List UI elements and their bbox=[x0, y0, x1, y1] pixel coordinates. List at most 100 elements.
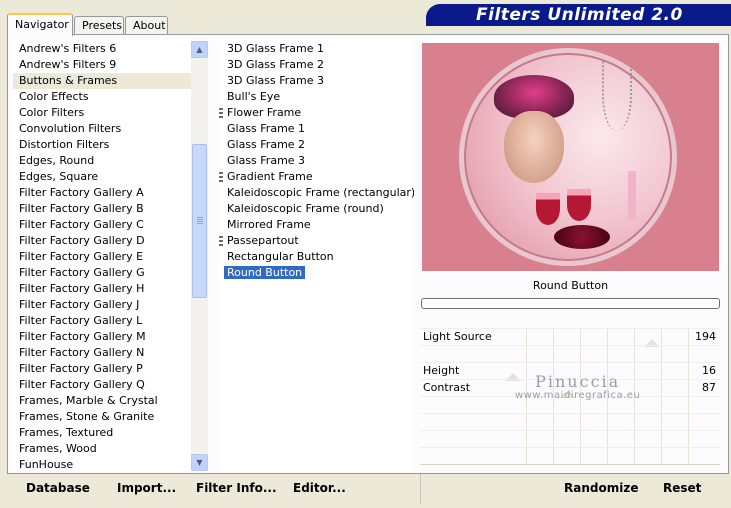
filter-item[interactable]: Passepartout bbox=[218, 233, 414, 249]
filter-item-label: Mirrored Frame bbox=[227, 218, 311, 231]
editor-button[interactable]: Editor... bbox=[293, 481, 346, 495]
category-list[interactable]: Andrew's Filters 6 Andrew's Filters 9 Butt… bbox=[13, 40, 207, 472]
face-shape bbox=[504, 111, 564, 183]
filter-item[interactable]: Flower Frame bbox=[218, 105, 414, 121]
category-item[interactable]: Edges, Square bbox=[13, 169, 191, 185]
parameter-slider[interactable] bbox=[420, 345, 720, 363]
import-button[interactable]: Import... bbox=[117, 481, 176, 495]
category-list-items: Andrew's Filters 6 Andrew's Filters 9 Butt… bbox=[13, 41, 191, 472]
category-item[interactable]: Filter Factory Gallery P bbox=[13, 361, 191, 377]
category-item[interactable]: Color Effects bbox=[13, 89, 191, 105]
slider-ticks bbox=[500, 346, 710, 362]
toolbar-separator bbox=[420, 474, 421, 504]
category-item[interactable]: Edges, Round bbox=[13, 153, 191, 169]
tab-navigator[interactable]: Navigator bbox=[7, 13, 73, 36]
database-button[interactable]: Database bbox=[26, 481, 90, 495]
chevron-down-icon: ▼ bbox=[196, 458, 203, 467]
category-item[interactable]: Frames, Wood bbox=[13, 441, 191, 457]
filter-item-label: 3D Glass Frame 2 bbox=[227, 58, 325, 71]
reset-button[interactable]: Reset bbox=[663, 481, 701, 495]
filter-item[interactable]: 3D Glass Frame 3 bbox=[218, 73, 414, 89]
app-title: Filters Unlimited 2.0 bbox=[426, 4, 731, 26]
category-item[interactable]: Distortion Filters bbox=[13, 137, 191, 153]
parameter-slider[interactable] bbox=[420, 413, 720, 431]
filter-item[interactable]: Round Button bbox=[218, 265, 414, 281]
submenu-marker-icon bbox=[219, 236, 223, 246]
category-item[interactable]: Filter Factory Gallery E bbox=[13, 249, 191, 265]
category-item[interactable]: Andrew's Filters 9 bbox=[13, 57, 191, 73]
filter-item-label: 3D Glass Frame 1 bbox=[227, 42, 325, 55]
parameter-value: 194 bbox=[695, 330, 716, 343]
filter-item[interactable]: Kaleidoscopic Frame (rectangular) bbox=[218, 185, 414, 201]
preview-round-button bbox=[459, 48, 677, 266]
slider-ticks bbox=[500, 431, 710, 447]
parameter-name: Contrast bbox=[423, 381, 471, 394]
filter-item-label: Gradient Frame bbox=[227, 170, 313, 183]
category-item[interactable]: Andrew's Filters 6 bbox=[13, 41, 191, 57]
tab-about[interactable]: About bbox=[125, 16, 168, 35]
grip-icon bbox=[197, 217, 203, 225]
category-item[interactable]: Filter Factory Gallery B bbox=[13, 201, 191, 217]
category-item[interactable]: Filter Factory Gallery N bbox=[13, 345, 191, 361]
wine-glass-shape bbox=[567, 189, 591, 221]
category-item[interactable]: Frames, Stone & Granite bbox=[13, 409, 191, 425]
watermark: Pinuccia www.maidiregrafica.eu bbox=[515, 372, 640, 401]
scrollbar-thumb[interactable] bbox=[192, 144, 207, 298]
bottom-toolbar: Database Import... Filter Info... Editor… bbox=[7, 474, 729, 506]
chevron-up-icon: ▲ bbox=[196, 45, 203, 54]
scroll-down-button[interactable]: ▼ bbox=[191, 454, 208, 471]
category-scrollbar[interactable]: ▲ ▼ bbox=[191, 41, 208, 471]
filter-item-label: Kaleidoscopic Frame (round) bbox=[227, 202, 384, 215]
grapes-shape bbox=[554, 225, 610, 249]
filter-item-label: Bull's Eye bbox=[227, 90, 281, 103]
category-item[interactable]: Buttons & Frames bbox=[13, 73, 191, 89]
randomize-button[interactable]: Randomize bbox=[564, 481, 638, 495]
parameter-name: Height bbox=[423, 364, 460, 377]
category-item[interactable]: Filter Factory Gallery H bbox=[13, 281, 191, 297]
slider-ticks bbox=[500, 329, 710, 345]
category-item[interactable]: Filter Factory Gallery G bbox=[13, 265, 191, 281]
filter-item-label: Round Button bbox=[224, 266, 306, 279]
filter-item-label: Flower Frame bbox=[227, 106, 302, 119]
filter-info-button[interactable]: Filter Info... bbox=[196, 481, 277, 495]
category-item[interactable]: FunHouse bbox=[13, 457, 191, 472]
filter-item-label: Kaleidoscopic Frame (rectangular) bbox=[227, 186, 414, 199]
category-item[interactable]: Frames, Marble & Crystal bbox=[13, 393, 191, 409]
submenu-marker-icon bbox=[219, 172, 223, 182]
tab-presets[interactable]: Presets bbox=[74, 16, 124, 35]
filter-item[interactable]: Bull's Eye bbox=[218, 89, 414, 105]
parameter-name: Light Source bbox=[423, 330, 492, 343]
filter-item[interactable]: Gradient Frame bbox=[218, 169, 414, 185]
parameter-slider[interactable] bbox=[420, 430, 720, 448]
category-item[interactable]: Filter Factory Gallery Q bbox=[13, 377, 191, 393]
filter-item[interactable]: Glass Frame 3 bbox=[218, 153, 414, 169]
category-item[interactable]: Frames, Textured bbox=[13, 425, 191, 441]
category-item[interactable]: Convolution Filters bbox=[13, 121, 191, 137]
filter-list[interactable]: 3D Glass Frame 1 3D Glass Frame 2 3D Glass… bbox=[218, 40, 414, 472]
scroll-up-button[interactable]: ▲ bbox=[191, 41, 208, 58]
progress-bar bbox=[421, 298, 720, 309]
candle-shape bbox=[628, 171, 636, 219]
parameter-value: 16 bbox=[702, 364, 716, 377]
filter-item[interactable]: Glass Frame 1 bbox=[218, 121, 414, 137]
parameter-slider[interactable]: Light Source 194 bbox=[420, 328, 720, 347]
selected-filter-label: Round Button bbox=[532, 279, 609, 292]
filter-item[interactable]: Kaleidoscopic Frame (round) bbox=[218, 201, 414, 217]
category-item[interactable]: Filter Factory Gallery A bbox=[13, 185, 191, 201]
category-item[interactable]: Filter Factory Gallery C bbox=[13, 217, 191, 233]
parameter-slider[interactable] bbox=[420, 447, 720, 465]
category-item[interactable]: Filter Factory Gallery L bbox=[13, 313, 191, 329]
filter-item[interactable]: 3D Glass Frame 1 bbox=[218, 41, 414, 57]
filter-list-items: 3D Glass Frame 1 3D Glass Frame 2 3D Glass… bbox=[218, 41, 414, 281]
category-item[interactable]: Color Filters bbox=[13, 105, 191, 121]
category-item[interactable]: Filter Factory Gallery J bbox=[13, 297, 191, 313]
filter-item[interactable]: Glass Frame 2 bbox=[218, 137, 414, 153]
slider-ticks bbox=[500, 448, 710, 464]
category-item[interactable]: Filter Factory Gallery D bbox=[13, 233, 191, 249]
category-item[interactable]: Filter Factory Gallery M bbox=[13, 329, 191, 345]
submenu-marker-icon bbox=[219, 108, 223, 118]
filter-item[interactable]: 3D Glass Frame 2 bbox=[218, 57, 414, 73]
watermark-url: www.maidiregrafica.eu bbox=[515, 390, 641, 401]
filter-item[interactable]: Rectangular Button bbox=[218, 249, 414, 265]
filter-item[interactable]: Mirrored Frame bbox=[218, 217, 414, 233]
